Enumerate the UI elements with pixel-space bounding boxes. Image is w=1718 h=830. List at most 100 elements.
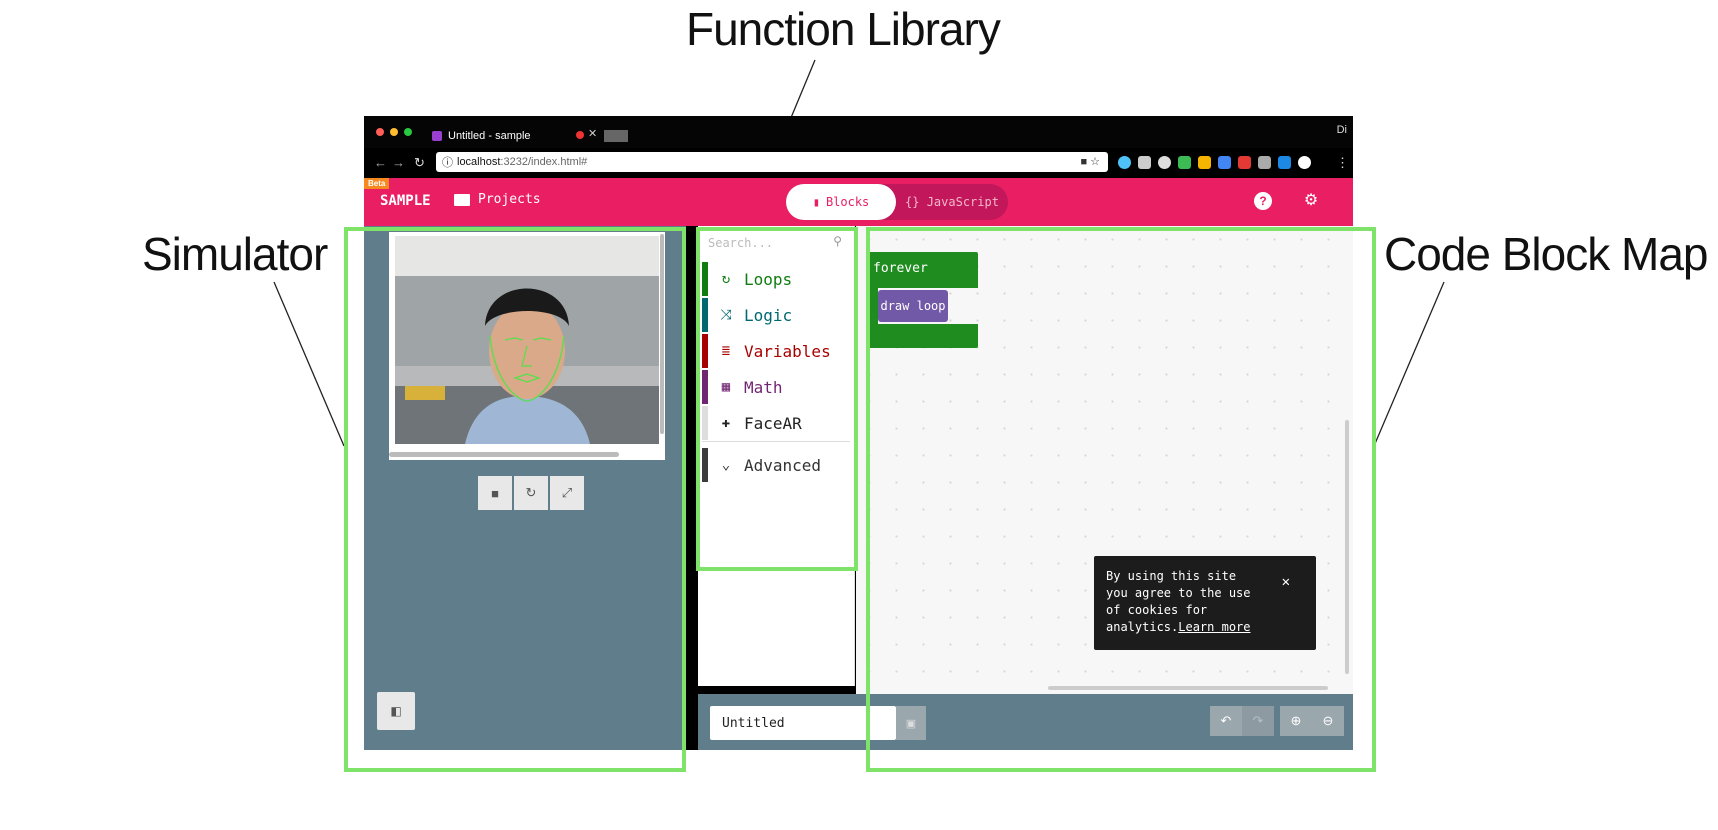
maximize-window-dot[interactable]	[404, 128, 412, 136]
browser-tab[interactable]: Untitled - sample ✕	[432, 124, 602, 148]
cookie-text: By using this site you agree to the use …	[1106, 568, 1256, 636]
extension-icon[interactable]	[1158, 156, 1171, 169]
tab-favicon-icon	[432, 131, 442, 141]
simulator-horizontal-scrollbar[interactable]	[389, 452, 619, 457]
brand-logo[interactable]: SAMPLE	[380, 193, 431, 209]
url-path: :3232/index.html#	[500, 156, 588, 168]
fullscreen-button[interactable]: ⤢	[550, 476, 584, 510]
project-name-input[interactable]: Untitled	[710, 706, 896, 740]
redo-icon: ↷	[1252, 713, 1264, 728]
restart-button[interactable]: ↻	[514, 476, 548, 510]
expand-icon: ⤢	[561, 485, 573, 500]
gear-icon[interactable]: ⚙	[1302, 192, 1320, 210]
extension-icon[interactable]	[1238, 156, 1251, 169]
editor-mode-toggle: ▮ Blocks {} JavaScript	[786, 184, 1008, 220]
close-window-dot[interactable]	[376, 128, 384, 136]
collapse-icon: ◧	[390, 704, 402, 718]
camera-feed-image	[395, 236, 659, 444]
search-icon[interactable]: ⚲	[833, 234, 842, 248]
calculator-icon: ▦	[721, 379, 731, 395]
editor-footer: Untitled ▣ ↶ ↷ ⊕ ⊖	[698, 694, 1353, 750]
bookmark-star-icon[interactable]: ■ ☆	[1080, 155, 1100, 168]
toolbox-search-input[interactable]: Search...	[708, 236, 773, 250]
browser-menu-icon[interactable]: ⋮	[1336, 155, 1349, 171]
category-color-bar	[702, 370, 708, 404]
save-icon: ▣	[905, 717, 917, 730]
projects-button[interactable]: Projects	[454, 192, 541, 207]
extension-icon[interactable]	[1218, 156, 1231, 169]
category-logic[interactable]: ⤨ Logic	[702, 298, 850, 332]
url-host: localhost	[457, 156, 501, 168]
forever-block-arm	[866, 288, 878, 324]
minimize-window-dot[interactable]	[390, 128, 398, 136]
new-tab-button[interactable]	[604, 130, 628, 142]
extension-icon[interactable]	[1198, 156, 1211, 169]
extension-icon[interactable]	[1118, 156, 1131, 169]
help-icon[interactable]: ?	[1254, 192, 1272, 210]
cookie-banner: By using this site you agree to the use …	[1094, 556, 1316, 650]
category-color-bar	[702, 406, 708, 440]
tab-close-icon[interactable]: ✕	[588, 127, 597, 140]
tab-title: Untitled - sample	[448, 130, 531, 142]
close-icon[interactable]: ✕	[1282, 574, 1290, 591]
category-label: Math	[744, 377, 783, 397]
category-advanced[interactable]: ⌄ Advanced	[702, 448, 850, 482]
save-button[interactable]: ▣	[896, 706, 926, 740]
redo-button[interactable]: ↷	[1242, 706, 1274, 736]
zoom-in-button[interactable]: ⊕	[1280, 706, 1312, 736]
reload-icon[interactable]: ↻	[414, 155, 425, 171]
collapse-simulator-button[interactable]: ◧	[377, 692, 415, 730]
category-facear[interactable]: ✚ FaceAR	[702, 406, 850, 440]
simulator-panel: ■ ↻ ⤢ ◧	[364, 226, 686, 750]
blocks-tab-label: Blocks	[825, 195, 870, 209]
javascript-tab[interactable]: {} JavaScript	[896, 184, 1008, 220]
category-variables[interactable]: ≣ Variables	[702, 334, 850, 368]
blocks-workspace[interactable]: forever draw loop By using this site you…	[856, 226, 1353, 694]
learn-more-link[interactable]: Learn more	[1178, 620, 1250, 634]
beta-badge: Beta	[364, 178, 390, 189]
stop-icon: ■	[491, 485, 499, 501]
zoom-in-icon: ⊕	[1290, 713, 1302, 728]
puzzle-icon: ✚	[721, 415, 731, 431]
stop-button[interactable]: ■	[478, 476, 512, 510]
zoom-out-button[interactable]: ⊖	[1312, 706, 1344, 736]
workspace-vertical-scrollbar[interactable]	[1345, 420, 1349, 674]
simulator-view	[389, 232, 665, 460]
workspace-horizontal-scrollbar[interactable]	[1048, 686, 1328, 690]
category-math[interactable]: ▦ Math	[702, 370, 850, 404]
browser-window: Untitled - sample ✕ Di ← → ↻ ⓘ localhost…	[364, 116, 1353, 750]
category-label: Variables	[744, 341, 831, 361]
refresh-icon: ↻	[721, 271, 731, 287]
category-color-bar	[702, 334, 708, 368]
draw-loop-block[interactable]: draw loop	[878, 290, 948, 322]
forward-icon[interactable]: →	[392, 155, 405, 170]
extension-icon[interactable]	[1258, 156, 1271, 169]
category-color-bar	[702, 262, 708, 296]
category-label: Loops	[744, 269, 793, 289]
back-icon[interactable]: ←	[374, 155, 387, 170]
category-color-bar	[702, 448, 708, 482]
category-loops[interactable]: ↻ Loops	[702, 262, 850, 296]
extension-icon[interactable]	[1278, 156, 1291, 169]
extension-icon[interactable]	[1138, 156, 1151, 169]
category-label: Logic	[744, 305, 793, 325]
info-icon: ⓘ	[442, 157, 453, 169]
app-header: Beta SAMPLE Projects ▮ Blocks {} JavaScr…	[364, 178, 1353, 226]
forever-block-footer	[866, 324, 978, 348]
forever-block[interactable]: forever	[866, 252, 978, 288]
simulator-vertical-scrollbar[interactable]	[660, 234, 664, 434]
browser-tab-bar: Untitled - sample ✕ Di	[364, 116, 1353, 148]
list-icon: ≣	[721, 343, 731, 359]
refresh-icon: ↻	[525, 485, 537, 500]
undo-button[interactable]: ↶	[1210, 706, 1242, 736]
callout-code-block-map: Code Block Map	[1384, 228, 1708, 280]
recording-icon	[576, 131, 584, 139]
extension-icon[interactable]	[1178, 156, 1191, 169]
puzzle-icon: ▮	[812, 195, 820, 209]
profile-label: Di	[1336, 124, 1347, 136]
extension-icon[interactable]	[1298, 156, 1311, 169]
chevron-down-icon: ⌄	[721, 457, 731, 473]
blocks-tab[interactable]: ▮ Blocks	[786, 184, 896, 220]
address-bar[interactable]: ⓘ localhost:3232/index.html# ■ ☆	[436, 152, 1108, 172]
shuffle-icon: ⤨	[720, 307, 732, 323]
